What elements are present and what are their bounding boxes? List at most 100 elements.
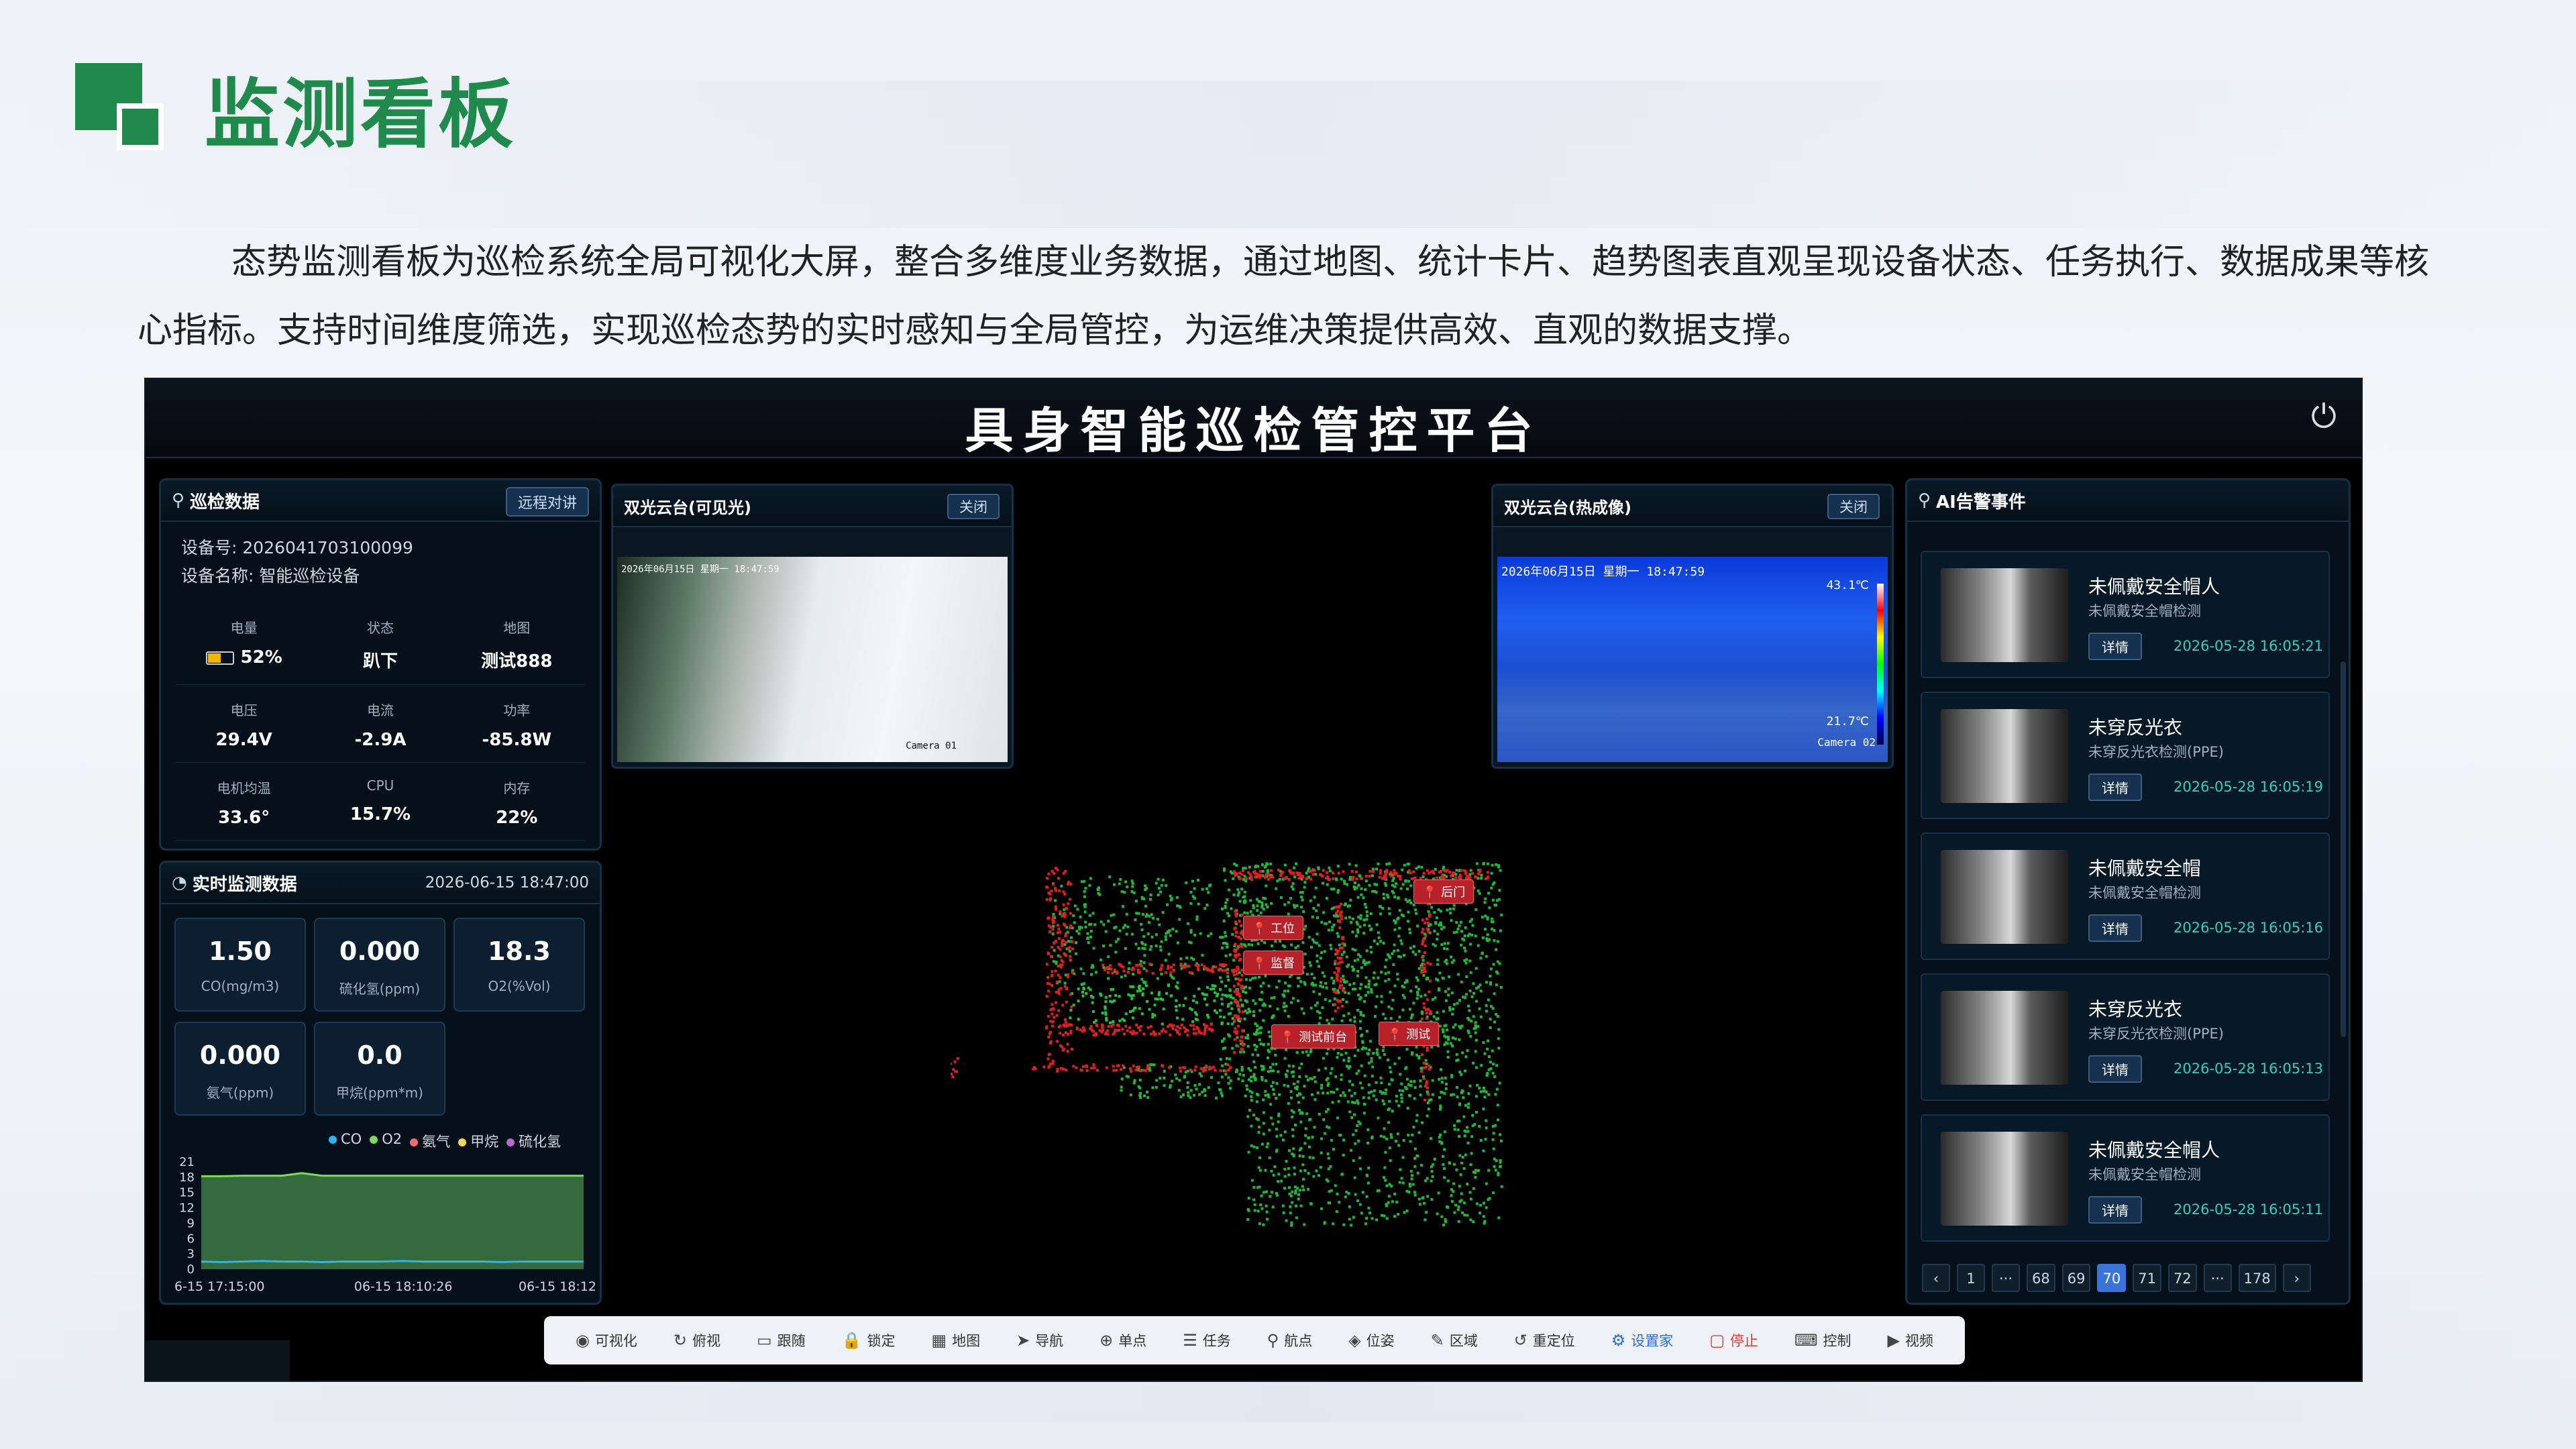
page-button[interactable]: ··· xyxy=(1992,1264,2020,1292)
camera-thermal-close-button[interactable]: 关闭 xyxy=(1827,494,1880,519)
toolbar-gamepad-button[interactable]: ⌨ 控制 xyxy=(1794,1330,1851,1350)
page-button[interactable]: 68 xyxy=(2027,1264,2055,1292)
metric-card: 0.000 氨气(ppm) xyxy=(174,1022,306,1116)
page-button[interactable]: 69 xyxy=(2061,1264,2091,1292)
page-button[interactable]: 178 xyxy=(2238,1264,2276,1292)
app-header: 具身智能巡检管控平台 ⏻ xyxy=(146,379,2361,459)
map-location-tag[interactable]: 📍 测试前台 xyxy=(1271,1024,1356,1049)
toolbar-map-button[interactable]: ▦ 地图 xyxy=(931,1330,980,1350)
toolbar-navigate-button[interactable]: ➤ 导航 xyxy=(1016,1330,1063,1350)
list-icon: ☰ xyxy=(1183,1331,1197,1350)
metric-label: CO(mg/m3) xyxy=(201,978,280,994)
x-tick-label: 6-15 17:15:00 xyxy=(174,1279,265,1294)
camera-thermal-label: Camera 02 xyxy=(1817,736,1876,749)
toolbar-label: 单点 xyxy=(1118,1333,1147,1349)
toolbar-waypoint-button[interactable]: ⚲ 航点 xyxy=(1267,1330,1313,1350)
legend-item[interactable]: CO xyxy=(329,1131,362,1151)
toolbar-gear-button[interactable]: ⚙ 设置家 xyxy=(1611,1330,1674,1350)
device-stat: 功率 -85.8W xyxy=(448,685,585,763)
alarm-item[interactable]: 未佩戴安全帽人 未佩戴安全帽检测 详情 2026-05-28 16:05:21 xyxy=(1921,551,2330,678)
alarm-item[interactable]: 未佩戴安全帽人 未佩戴安全帽检测 详情 2026-05-28 16:05:11 xyxy=(1921,1114,2330,1242)
alarm-thumbnail[interactable] xyxy=(1941,850,2068,944)
toolbar-crosshair-button[interactable]: ⊕ 单点 xyxy=(1099,1330,1146,1350)
metric-label: 氨气(ppm) xyxy=(206,1085,274,1101)
map-location-tag[interactable]: 📍 监督 xyxy=(1243,951,1304,975)
camera-visible-panel: 双光云台(可见光) 关闭 2026年06月15日 星期一 18:47:59 Ca… xyxy=(611,484,1014,769)
alarm-item[interactable]: 未穿反光衣 未穿反光衣检测(PPE) 详情 2026-05-28 16:05:13 xyxy=(1921,973,2330,1101)
toolbar-eye-button[interactable]: ◉ 可视化 xyxy=(576,1330,637,1350)
device-stat-label: 地图 xyxy=(503,620,531,636)
page-button[interactable]: 1 xyxy=(1957,1264,1985,1292)
power-icon[interactable]: ⏻ xyxy=(2306,399,2341,434)
alarm-item[interactable]: 未穿反光衣 未穿反光衣检测(PPE) 详情 2026-05-28 16:05:19 xyxy=(1921,692,2330,819)
metric-card: 18.3 O2(%Vol) xyxy=(453,918,585,1012)
metric-label: O2(%Vol) xyxy=(488,978,551,994)
map-location-tag[interactable]: 📍 后门 xyxy=(1413,879,1474,904)
page-button[interactable]: 70 xyxy=(2097,1264,2127,1292)
metric-card: 1.50 CO(mg/m3) xyxy=(174,918,306,1012)
toolbar-stop-button[interactable]: ▢ 停止 xyxy=(1709,1330,1758,1350)
alarm-scrollbar[interactable] xyxy=(2341,661,2346,1037)
map-location-tag[interactable]: 📍 工位 xyxy=(1243,916,1304,940)
toolbar-label: 视频 xyxy=(1904,1333,1933,1349)
toolbar-label: 跟随 xyxy=(777,1333,806,1349)
alarm-detail-button[interactable]: 详情 xyxy=(2088,1196,2142,1224)
bottom-toolbar: ◉ 可视化 ↻ 俯视 ▭ 跟随 🔒 锁定 ▦ 地图 ➤ 导航 ⊕ 单点 ☰ 任务 ⚲ 航点 ◈ 位姿 ✎ 区域 ↺ 重定位 ⚙ 设… xyxy=(544,1316,1965,1364)
toolbar-pose-button[interactable]: ◈ 位姿 xyxy=(1348,1330,1394,1350)
page-button[interactable]: ··· xyxy=(2203,1264,2232,1292)
alarm-pagination: ‹ 1 ··· 68 69 70 71 72 ··· 178 › xyxy=(1922,1264,2311,1292)
y-tick-label: 6 xyxy=(187,1232,195,1246)
page-button[interactable]: 72 xyxy=(2167,1264,2197,1292)
toolbar-pencil-button[interactable]: ✎ 区域 xyxy=(1431,1330,1478,1350)
toolbar-rotate-button[interactable]: ↻ 俯视 xyxy=(674,1330,720,1350)
alarm-detail-button[interactable]: 详情 xyxy=(2088,1055,2142,1083)
device-stat-value: 趴下 xyxy=(362,651,398,672)
intercom-button[interactable]: 远程对讲 xyxy=(505,487,589,517)
alarm-thumbnail[interactable] xyxy=(1941,568,2068,662)
device-stat-label: 状态 xyxy=(366,620,394,636)
alarm-detail-button[interactable]: 详情 xyxy=(2088,633,2142,660)
alarm-time: 2026-05-28 16:05:21 xyxy=(2174,638,2324,654)
page-button[interactable]: ‹ xyxy=(1922,1264,1950,1292)
y-tick-label: 12 xyxy=(179,1201,195,1216)
page-button[interactable]: › xyxy=(2282,1264,2311,1292)
device-name-label: 设备名称: xyxy=(181,566,254,586)
toolbar-list-button[interactable]: ☰ 任务 xyxy=(1183,1330,1231,1350)
alarm-thumbnail[interactable] xyxy=(1941,709,2068,803)
map-location-tag[interactable]: 📍 测试 xyxy=(1379,1022,1440,1046)
alarm-detail-button[interactable]: 详情 xyxy=(2088,914,2142,942)
y-tick-label: 15 xyxy=(179,1186,195,1200)
toolbar-camera-button[interactable]: ▭ 跟随 xyxy=(757,1330,806,1350)
toolbar-relocate-button[interactable]: ↺ 重定位 xyxy=(1514,1330,1575,1350)
legend-item[interactable]: O2 xyxy=(370,1131,402,1151)
camera-visible-close-button[interactable]: 关闭 xyxy=(947,494,1000,519)
app-title: 具身智能巡检管控平台 xyxy=(965,402,1542,459)
metric-value: 0.0 xyxy=(357,1040,402,1070)
camera-visible-label: Camera 01 xyxy=(906,741,957,751)
camera-visible-timestamp: 2026年06月15日 星期一 18:47:59 xyxy=(621,564,780,575)
toolbar-lock-button[interactable]: 🔒 锁定 xyxy=(842,1330,896,1350)
page-button[interactable]: 71 xyxy=(2133,1264,2161,1292)
metric-value: 0.000 xyxy=(199,1040,281,1070)
alarm-subtitle: 未佩戴安全帽检测 xyxy=(2088,1167,2201,1183)
alarm-detail-button[interactable]: 详情 xyxy=(2088,773,2142,801)
chart-legend: CO O2 氨气 甲烷 硫化氢 xyxy=(329,1131,561,1151)
thermal-colorbar xyxy=(1877,584,1884,745)
waypoint-icon: ⚲ xyxy=(1267,1331,1279,1350)
legend-item[interactable]: 硫化氢 xyxy=(506,1131,561,1151)
alarm-item[interactable]: 未佩戴安全帽 未佩戴安全帽检测 详情 2026-05-28 16:05:16 xyxy=(1921,833,2330,960)
toolbar-video-button[interactable]: ▶ 视频 xyxy=(1887,1330,1933,1350)
camera-thermal-feed: 2026年06月15日 星期一 18:47:59 43.1℃ 21.7℃ Cam… xyxy=(1497,557,1888,762)
device-stat-value: 22% xyxy=(496,808,538,828)
alarm-thumbnail[interactable] xyxy=(1941,1132,2068,1226)
device-stat: 地图 测试888 xyxy=(448,602,585,685)
legend-item[interactable]: 甲烷 xyxy=(458,1131,498,1151)
thermal-min-temp: 21.7℃ xyxy=(1826,714,1869,729)
point-cloud-map[interactable] xyxy=(951,808,1621,1238)
rotate-icon: ↻ xyxy=(673,1331,687,1350)
legend-item[interactable]: 氨气 xyxy=(410,1131,450,1151)
alarm-thumbnail[interactable] xyxy=(1941,991,2068,1085)
device-stats-grid: 电量 52% 状态 趴下 地图 测试888 电压 29.4V 电流 -2.9A 功率 -85.8W 电机… xyxy=(161,602,600,841)
series-line-co xyxy=(201,1260,584,1263)
alarm-time: 2026-05-28 16:05:13 xyxy=(2174,1061,2324,1077)
